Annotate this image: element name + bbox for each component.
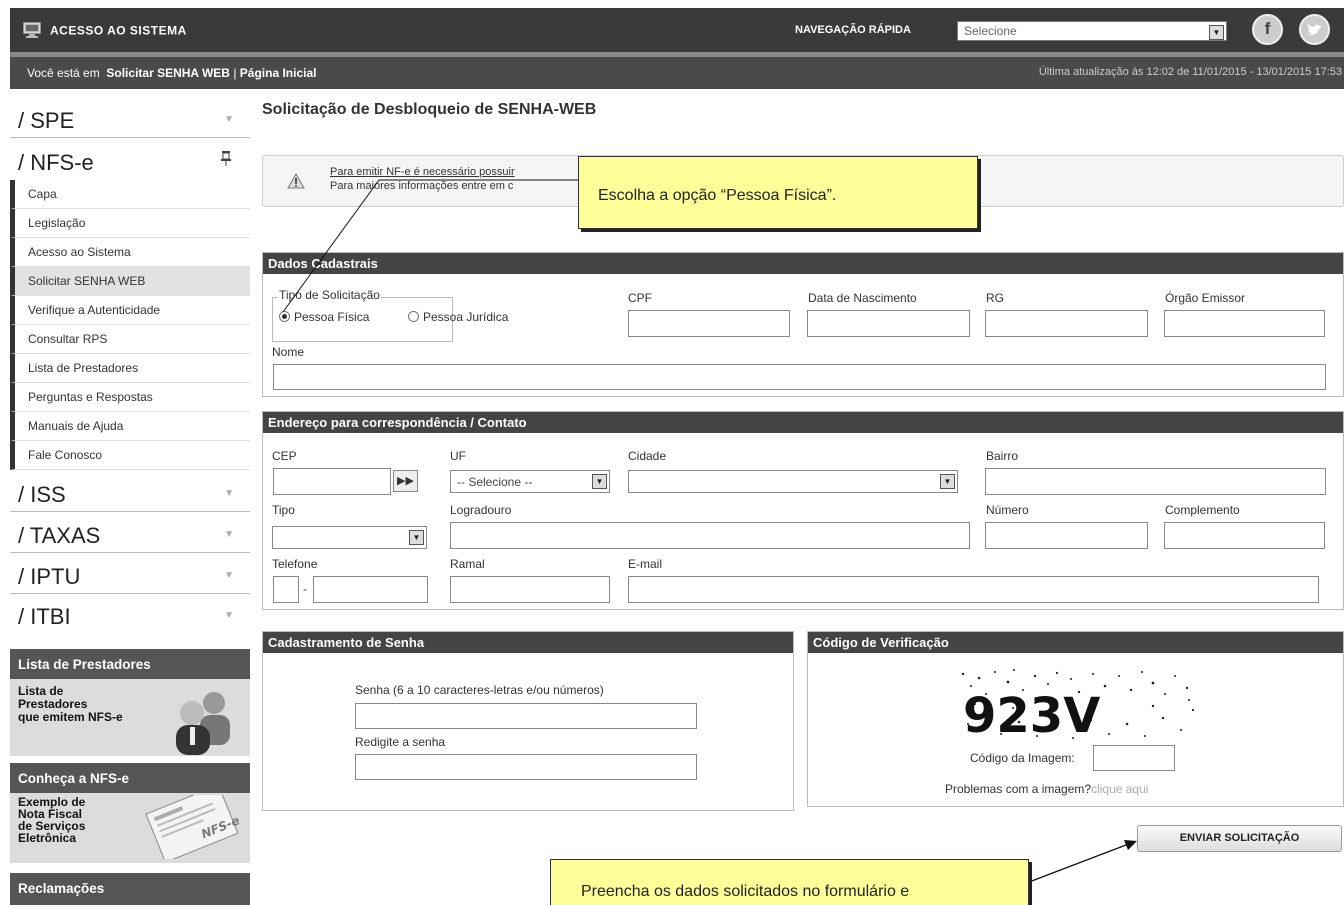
- callout-pointer-line: [282, 179, 380, 313]
- annotation-arrows: [282, 179, 1137, 883]
- callout-bottom: Preencha os dados solicitados no formulá…: [550, 859, 1029, 905]
- send-button-pointer-line: [1028, 844, 1127, 883]
- callout-top: Escolha a opção “Pessoa Física”.: [578, 156, 978, 229]
